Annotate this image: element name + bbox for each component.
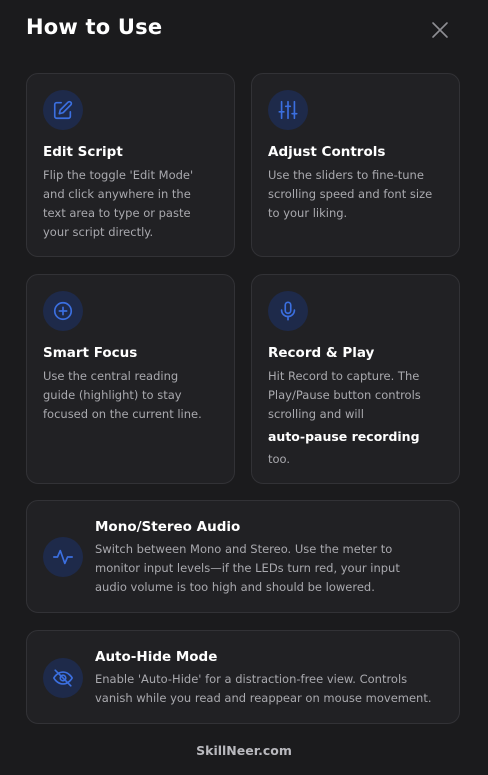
dialog-header: How to Use	[0, 0, 488, 60]
desc-line: scrolling and will	[268, 407, 364, 421]
desc-line: to your liking.	[268, 206, 348, 220]
desc-line: Flip the toggle 'Edit Mode'	[43, 168, 194, 182]
sliders-icon	[268, 90, 308, 130]
card-description: Use the sliders to fine-tune scrolling s…	[268, 166, 458, 223]
desc-line: your script directly.	[43, 225, 154, 239]
card-description: Hit Record to capture. The Play/Pause bu…	[268, 367, 458, 469]
close-icon	[432, 22, 448, 38]
card-title: Mono/Stereo Audio	[95, 519, 241, 535]
card-title: Edit Script	[43, 144, 123, 160]
desc-line: too.	[268, 452, 291, 466]
desc-line: monitor input levels—if the LEDs turn re…	[95, 561, 400, 575]
desc-line: text area to type or paste	[43, 206, 191, 220]
edit-icon	[43, 90, 83, 130]
card-record-play: Record & Play Hit Record to capture. The…	[251, 274, 460, 484]
close-button[interactable]	[426, 16, 454, 44]
card-description: Flip the toggle 'Edit Mode' and click an…	[43, 166, 233, 242]
card-title: Smart Focus	[43, 345, 138, 361]
card-edit-script: Edit Script Flip the toggle 'Edit Mode' …	[26, 73, 235, 257]
desc-line: scrolling speed and font size	[268, 187, 433, 201]
desc-line: guide (highlight) to stay	[43, 388, 182, 402]
card-smart-focus: Smart Focus Use the central reading guid…	[26, 274, 235, 484]
card-title: Adjust Controls	[268, 144, 386, 160]
crosshair-icon	[43, 291, 83, 331]
footer-brand: SkillNeer.com	[196, 743, 292, 758]
desc-line: Switch between Mono and Stereo. Use the …	[95, 542, 393, 556]
card-auto-hide-mode: Auto-Hide Mode Enable 'Auto-Hide' for a …	[26, 630, 460, 724]
card-title: Auto-Hide Mode	[95, 649, 218, 665]
card-adjust-controls: Adjust Controls Use the sliders to fine-…	[251, 73, 460, 257]
emphasis-text: auto-pause recording	[268, 429, 420, 444]
card-description: Use the central reading guide (highlight…	[43, 367, 233, 424]
card-description: Enable 'Auto-Hide' for a distraction-fre…	[95, 670, 455, 708]
desc-line: Play/Pause button controls	[268, 388, 421, 402]
desc-line: Enable 'Auto-Hide' for a distraction-fre…	[95, 672, 408, 686]
desc-line: audio volume is too high and should be l…	[95, 580, 375, 594]
card-description: Switch between Mono and Stereo. Use the …	[95, 540, 455, 597]
dialog-title: How to Use	[26, 15, 163, 39]
waveform-icon	[43, 537, 83, 577]
desc-line: focused on the current line.	[43, 407, 202, 421]
card-title: Record & Play	[268, 345, 375, 361]
card-mono-stereo-audio: Mono/Stereo Audio Switch between Mono an…	[26, 500, 460, 613]
desc-line: Hit Record to capture. The	[268, 369, 420, 383]
microphone-icon	[268, 291, 308, 331]
desc-line: Use the central reading	[43, 369, 179, 383]
eye-off-icon	[43, 658, 83, 698]
desc-line: and click anywhere in the	[43, 187, 191, 201]
desc-line: Use the sliders to fine-tune	[268, 168, 424, 182]
desc-line: vanish while you read and reappear on mo…	[95, 691, 432, 705]
